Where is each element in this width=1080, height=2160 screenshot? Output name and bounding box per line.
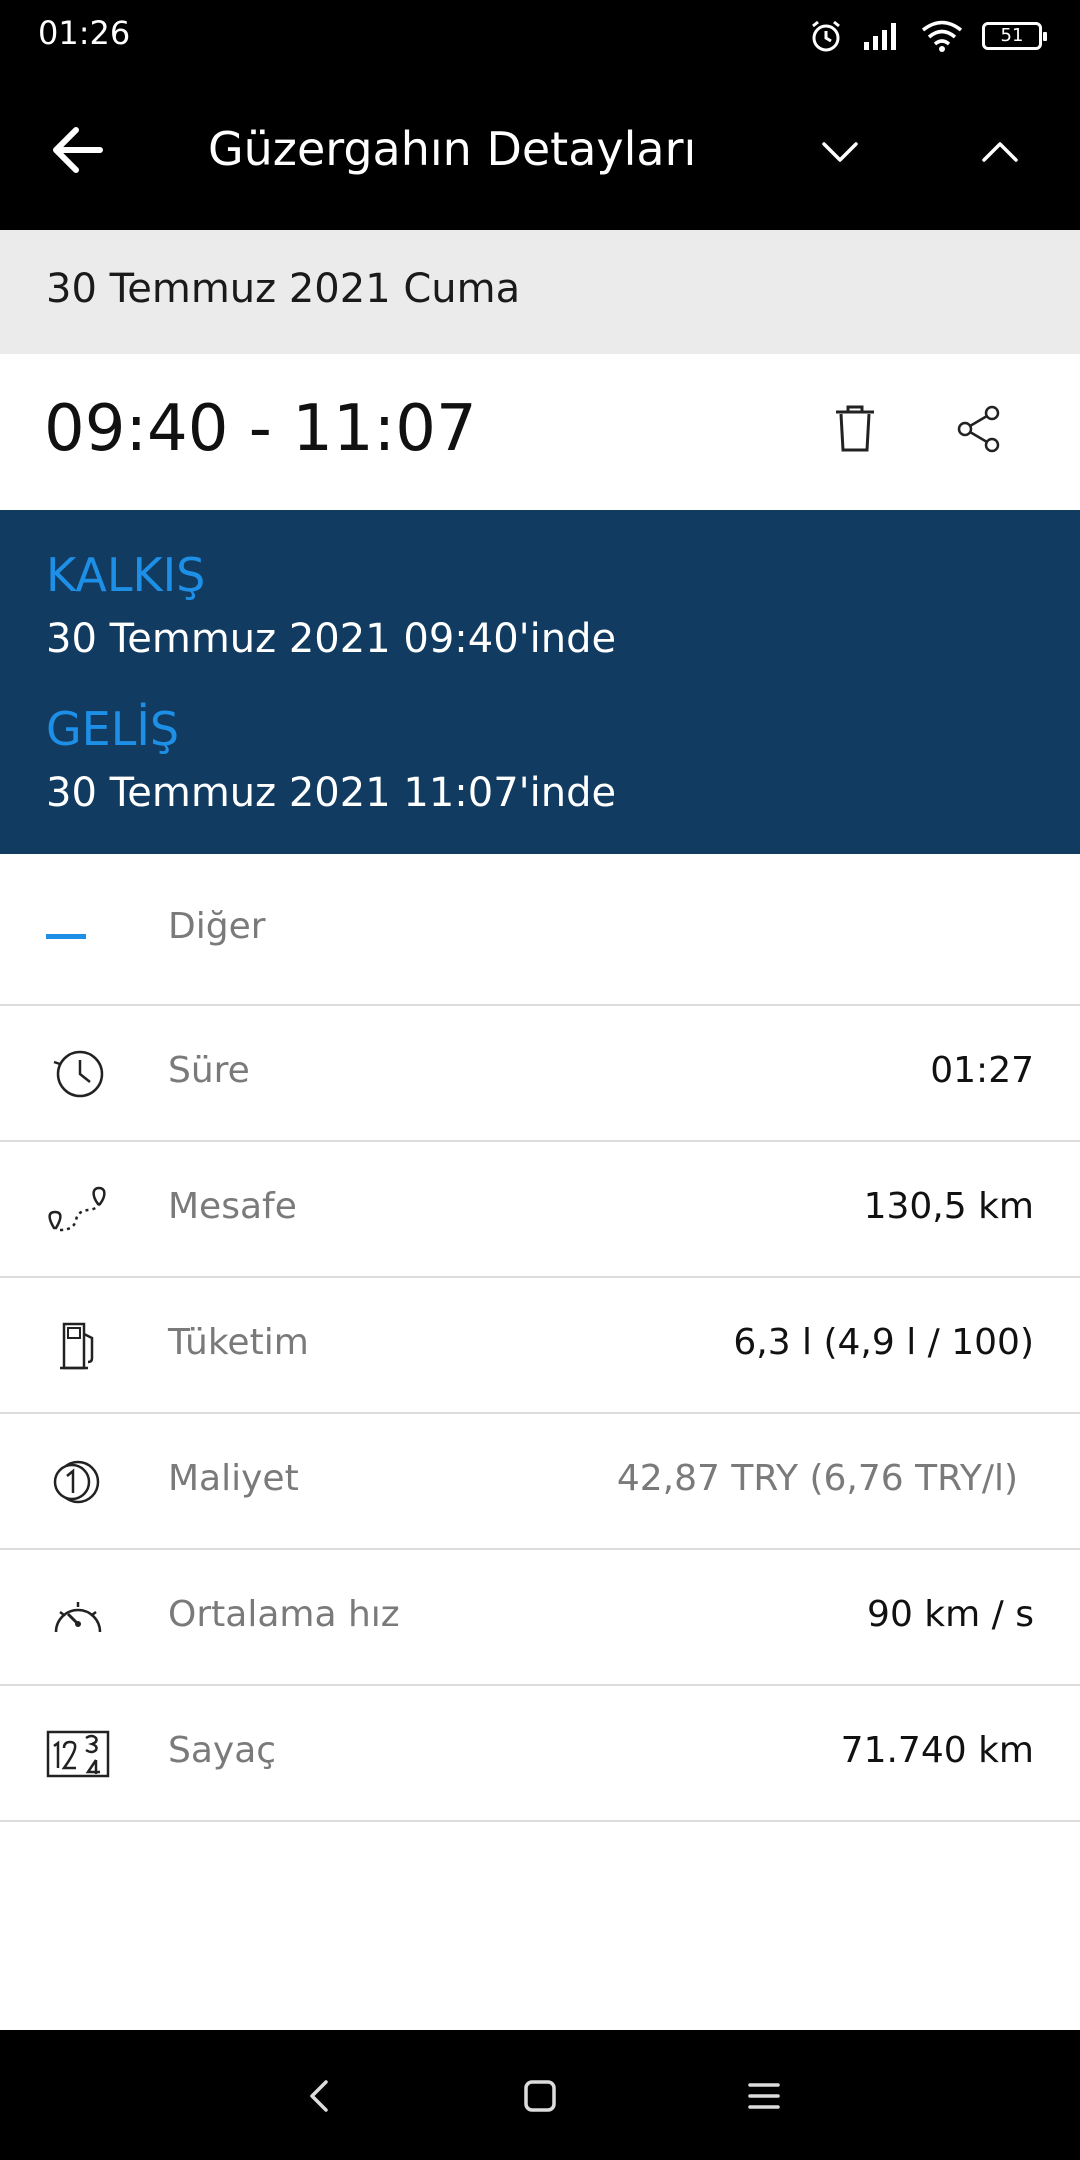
details-list: Diğer Süre 01:27 Mesafe 130,5 km Tüketim… — [0, 854, 1080, 1822]
date-header: 30 Temmuz 2021 Cuma — [0, 230, 1080, 354]
cost-value: 42,87 TRY (6,76 TRY/l) — [616, 1458, 1018, 1499]
arrival-label: GELİŞ — [46, 702, 180, 756]
app-bar: Güzergahın Detayları — [0, 70, 1080, 230]
page-title: Güzergahın Detayları — [208, 122, 697, 176]
share-icon[interactable] — [954, 404, 1004, 454]
odometer-value: 71.740 km — [840, 1730, 1034, 1771]
odometer-icon — [46, 1730, 110, 1778]
alarm-icon — [812, 20, 840, 52]
clock-icon — [53, 1050, 104, 1098]
battery-icon: 51 — [982, 22, 1047, 50]
duration-row: Süre 01:27 — [0, 1006, 1080, 1142]
arrow-left-icon[interactable] — [48, 120, 108, 180]
status-bar: 01:26 51 — [0, 0, 1080, 70]
avg-speed-row: Ortalama hız 90 km / s — [0, 1550, 1080, 1686]
odometer-label: Sayaç — [168, 1730, 277, 1771]
route-icon — [48, 1186, 106, 1232]
status-time: 01:26 — [38, 14, 131, 52]
consumption-label: Tüketim — [168, 1322, 309, 1363]
distance-value: 130,5 km — [863, 1186, 1034, 1227]
battery-level: 51 — [1000, 25, 1024, 46]
system-nav-bar — [0, 2030, 1080, 2160]
distance-row: Mesafe 130,5 km — [0, 1142, 1080, 1278]
dash-icon — [46, 934, 86, 939]
speedometer-icon — [54, 1602, 102, 1633]
avg-speed-value: 90 km / s — [867, 1594, 1034, 1635]
consumption-row: Tüketim 6,3 l (4,9 l / 100) — [0, 1278, 1080, 1414]
screen: 01:26 51 Güzergahın Detayları 30 Temmuz … — [0, 0, 1080, 2160]
duration-label: Süre — [168, 1050, 250, 1091]
category-row[interactable]: Diğer — [0, 854, 1080, 1006]
departure-label: KALKIŞ — [46, 548, 206, 602]
departure-value: 30 Temmuz 2021 09:40'inde — [46, 616, 617, 662]
chevron-up-icon[interactable] — [978, 130, 1022, 174]
consumption-value: 6,3 l (4,9 l / 100) — [733, 1322, 1034, 1363]
time-range: 09:40 - 11:07 — [44, 392, 477, 466]
trip-panel: KALKIŞ 30 Temmuz 2021 09:40'inde GELİŞ 3… — [0, 510, 1080, 854]
distance-label: Mesafe — [168, 1186, 297, 1227]
status-icons: 51 — [808, 14, 1047, 58]
avg-speed-label: Ortalama hız — [168, 1594, 400, 1635]
cost-row: Maliyet 42,87 TRY (6,76 TRY/l) — [0, 1414, 1080, 1550]
nav-back-icon[interactable] — [298, 2074, 342, 2118]
category-label: Diğer — [168, 906, 266, 947]
cost-label: Maliyet — [168, 1458, 299, 1499]
trash-icon[interactable] — [832, 404, 878, 454]
chevron-down-icon[interactable] — [818, 130, 862, 174]
coins-icon — [53, 1460, 100, 1504]
fuel-pump-icon — [60, 1322, 94, 1370]
trip-date: 30 Temmuz 2021 Cuma — [46, 266, 521, 312]
time-range-row: 09:40 - 11:07 — [0, 354, 1080, 510]
arrival-value: 30 Temmuz 2021 11:07'inde — [46, 770, 617, 816]
signal-icon — [864, 23, 896, 50]
duration-value: 01:27 — [930, 1050, 1034, 1091]
nav-menu-icon[interactable] — [742, 2074, 786, 2118]
nav-home-icon[interactable] — [518, 2074, 562, 2118]
odometer-row: Sayaç 71.740 km — [0, 1686, 1080, 1822]
wifi-icon — [921, 20, 963, 52]
